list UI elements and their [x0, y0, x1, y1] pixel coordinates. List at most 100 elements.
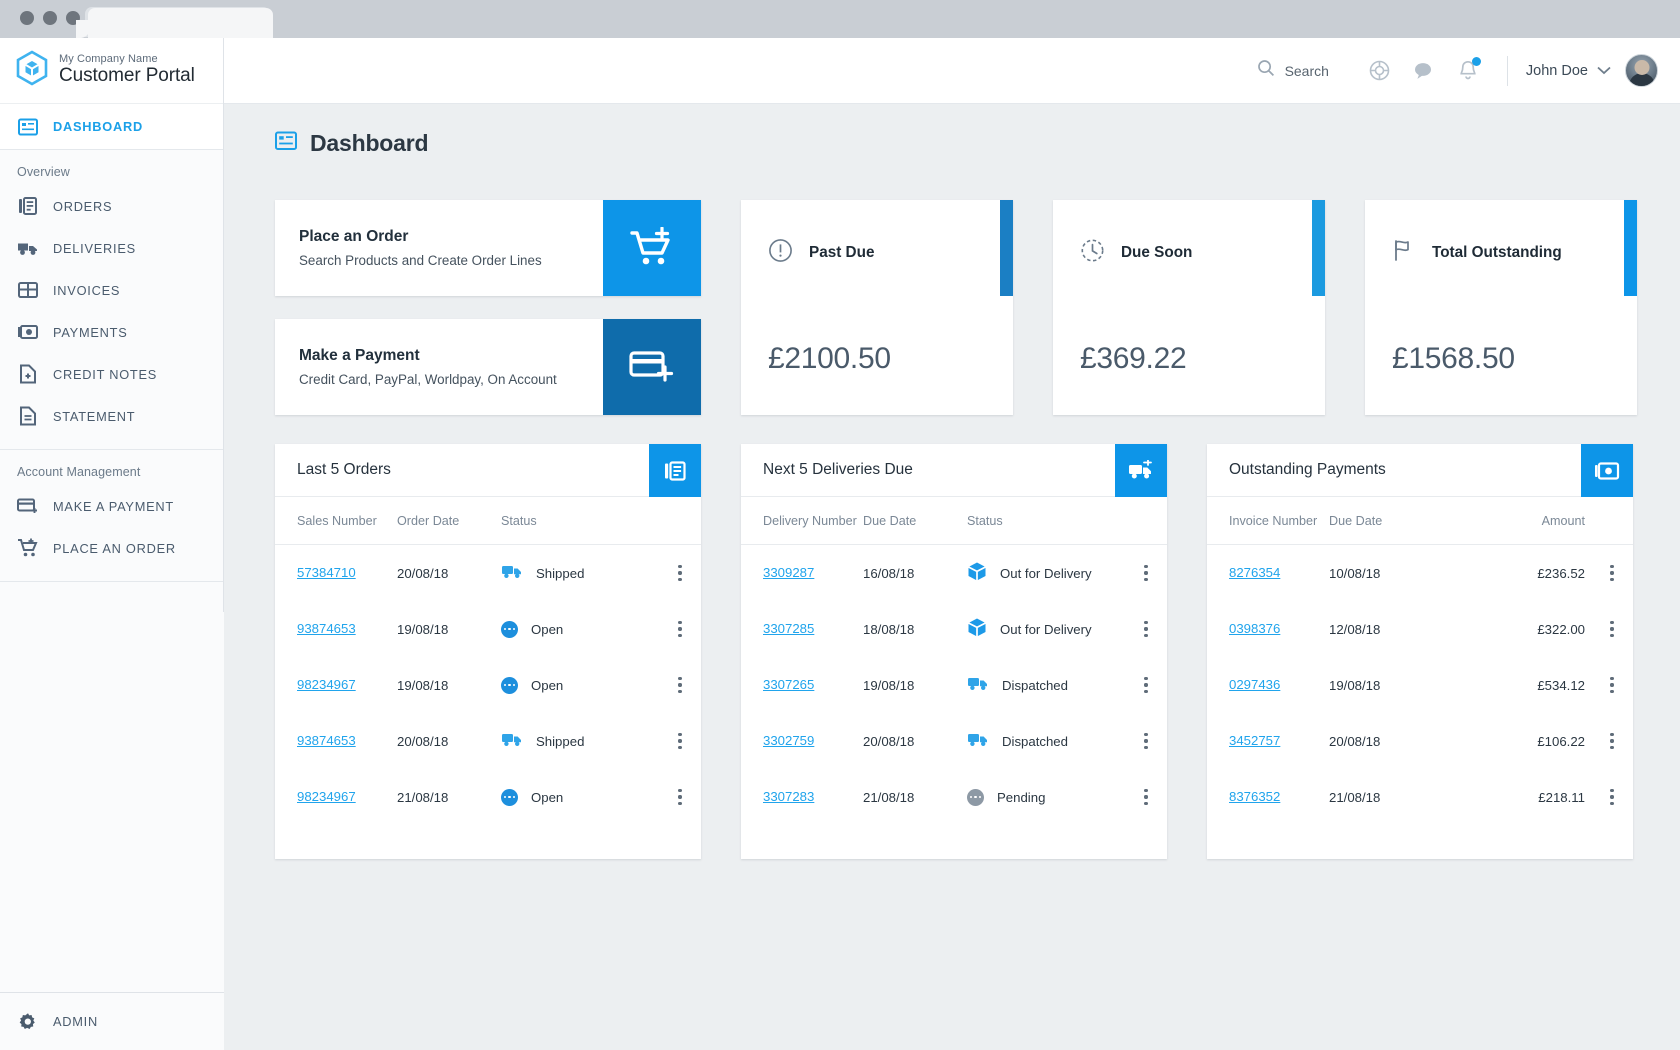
table-row[interactable]: 8276354 10/08/18 £236.52 [1207, 545, 1633, 601]
table-column-headers: Delivery Number Due Date Status [741, 497, 1167, 545]
order-number-link[interactable]: 93874653 [297, 621, 356, 636]
table-row[interactable]: 0297436 19/08/18 £534.12 [1207, 657, 1633, 713]
card-accent-bar [1312, 200, 1325, 296]
row-menu-button[interactable] [1125, 789, 1167, 805]
bell-icon[interactable] [1451, 54, 1485, 88]
chevron-down-icon[interactable] [1597, 62, 1611, 80]
table-row[interactable]: 3307265 19/08/18 [741, 657, 1167, 713]
sidebar-section-label: Overview [0, 150, 223, 185]
row-menu-button[interactable] [1125, 565, 1167, 581]
truck-icon [967, 675, 989, 695]
header-divider [1507, 56, 1508, 86]
table-column-headers: Sales Number Order Date Status [275, 497, 701, 545]
sidebar-item-make-a-payment[interactable]: MAKE A PAYMENT [0, 485, 223, 527]
delivery-number-link[interactable]: 3309287 [763, 565, 814, 580]
table-row[interactable]: 93874653 19/08/18 Open [275, 601, 701, 657]
browser-tab[interactable] [88, 8, 273, 38]
row-menu-button[interactable] [659, 677, 701, 693]
invoice-number-link[interactable]: 0297436 [1229, 677, 1280, 692]
row-menu-button[interactable] [659, 621, 701, 637]
table-row[interactable]: 0398376 12/08/18 £322.00 [1207, 601, 1633, 657]
page-header: Dashboard [224, 104, 1680, 157]
money-icon [17, 321, 39, 343]
orders-icon [17, 195, 39, 217]
sidebar-item-statement[interactable]: STATEMENT [0, 395, 223, 437]
table-row[interactable]: 3302759 20/08/18 [741, 713, 1167, 769]
order-number-link[interactable]: 93874653 [297, 733, 356, 748]
search-input[interactable]: Search [1257, 59, 1329, 82]
table-row[interactable]: 98234967 19/08/18 Open [275, 657, 701, 713]
sidebar-item-label: DASHBOARD [53, 119, 143, 134]
order-number-link[interactable]: 98234967 [297, 677, 356, 692]
orders-icon[interactable] [649, 444, 701, 497]
delivery-number-link[interactable]: 3307285 [763, 621, 814, 636]
action-cards-column: Place an Order Search Products and Creat… [275, 200, 701, 415]
invoice-number-link[interactable]: 3452757 [1229, 733, 1280, 748]
sidebar-item-place-an-order[interactable]: PLACE AN ORDER [0, 527, 223, 569]
sidebar-item-dashboard[interactable]: DASHBOARD [0, 104, 223, 150]
table-row[interactable]: 93874653 20/08/18 [275, 713, 701, 769]
stat-card-value: £1568.50 [1392, 342, 1515, 376]
dashboard-icon [17, 116, 39, 138]
invoice-number-link[interactable]: 8276354 [1229, 565, 1280, 580]
table-row[interactable]: 3307283 21/08/18 Pending [741, 769, 1167, 825]
row-menu-button[interactable] [659, 789, 701, 805]
box-icon [967, 561, 987, 585]
window-minimize-button[interactable] [43, 11, 57, 25]
money-icon[interactable] [1581, 444, 1633, 497]
sidebar-item-admin[interactable]: ADMIN [0, 992, 224, 1050]
column-header: Delivery Number [741, 514, 863, 528]
column-header: Due Date [1329, 514, 1433, 528]
place-an-order-card[interactable]: Place an Order Search Products and Creat… [275, 200, 701, 296]
window-close-button[interactable] [20, 11, 34, 25]
table-row[interactable]: 3309287 16/08/18 Out for Delivery [741, 545, 1167, 601]
row-menu-button[interactable] [1125, 733, 1167, 749]
truck-icon[interactable] [1115, 444, 1167, 497]
avatar[interactable] [1625, 54, 1658, 87]
stat-card-label: Total Outstanding [1432, 244, 1562, 262]
flag-icon [1392, 238, 1416, 268]
table-row[interactable]: 57384710 20/08/18 [275, 545, 701, 601]
row-menu-button[interactable] [1591, 565, 1633, 581]
sidebar-item-payments[interactable]: PAYMENTS [0, 311, 223, 353]
delivery-number-link[interactable]: 3302759 [763, 733, 814, 748]
invoice-number-link[interactable]: 0398376 [1229, 621, 1280, 636]
row-menu-button[interactable] [1591, 677, 1633, 693]
row-menu-button[interactable] [1125, 621, 1167, 637]
brand[interactable]: My Company Name Customer Portal [0, 38, 223, 104]
delivery-number-link[interactable]: 3307283 [763, 789, 814, 804]
box-icon [967, 617, 987, 641]
user-name[interactable]: John Doe [1526, 63, 1588, 79]
sidebar-item-label: DELIVERIES [53, 241, 136, 256]
card-accent-bar [1000, 200, 1013, 296]
lifebuoy-icon[interactable] [1363, 54, 1397, 88]
invoice-number-link[interactable]: 8376352 [1229, 789, 1280, 804]
tables-row: Last 5 Orders Sales Number Order Date [275, 444, 1633, 859]
sidebar-item-invoices[interactable]: INVOICES [0, 269, 223, 311]
sidebar-item-orders[interactable]: ORDERS [0, 185, 223, 227]
app-root: My Company Name Customer Portal DASHBOAR… [0, 38, 1680, 1050]
order-number-link[interactable]: 57384710 [297, 565, 356, 580]
delivery-number-link[interactable]: 3307265 [763, 677, 814, 692]
row-menu-button[interactable] [659, 565, 701, 581]
table-row[interactable]: 98234967 21/08/18 Open [275, 769, 701, 825]
row-menu-button[interactable] [1591, 733, 1633, 749]
card-title: Next 5 Deliveries Due [741, 461, 913, 479]
row-menu-button[interactable] [1125, 677, 1167, 693]
order-number-link[interactable]: 98234967 [297, 789, 356, 804]
sidebar-item-deliveries[interactable]: DELIVERIES [0, 227, 223, 269]
row-menu-button[interactable] [1591, 621, 1633, 637]
table-row[interactable]: 3452757 20/08/18 £106.22 [1207, 713, 1633, 769]
truck-icon [17, 237, 39, 259]
cube-logo-icon [16, 50, 48, 91]
table-row[interactable]: 3307285 18/08/18 Out for Delivery [741, 601, 1167, 657]
status-label: Shipped [536, 734, 584, 749]
row-menu-button[interactable] [659, 733, 701, 749]
sidebar-item-credit-notes[interactable]: CREDIT NOTES [0, 353, 223, 395]
table-row[interactable]: 8376352 21/08/18 £218.11 [1207, 769, 1633, 825]
row-menu-button[interactable] [1591, 789, 1633, 805]
chat-icon[interactable] [1407, 54, 1441, 88]
browser-chrome [0, 0, 1680, 38]
make-a-payment-card[interactable]: Make a Payment Credit Card, PayPal, Worl… [275, 319, 701, 415]
card-plus-icon [17, 495, 39, 517]
